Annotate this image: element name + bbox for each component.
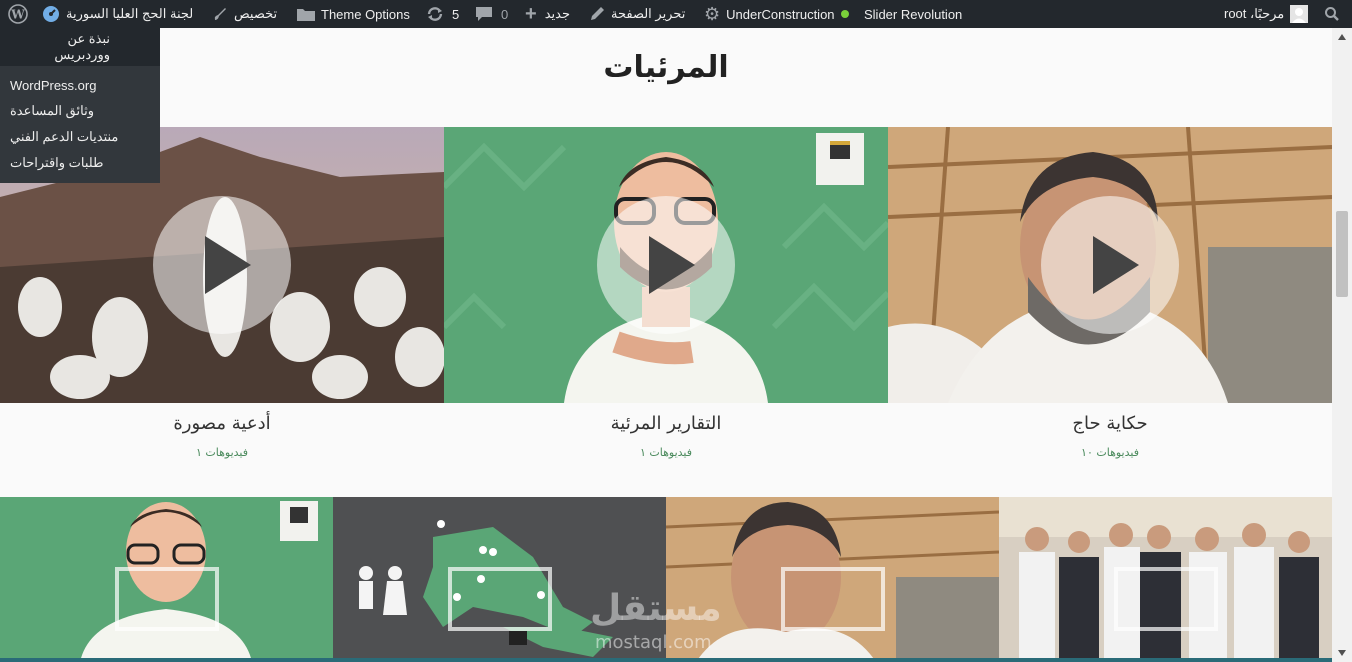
under-construction-link[interactable]: ⚙ UnderConstruction: [704, 0, 849, 28]
svg-text:W: W: [10, 8, 25, 22]
wordpress-menu-dropdown: نبذة عن ووردبريس WordPress.org وثائق الم…: [0, 28, 160, 183]
card-video-count: فيديوهات ١: [195, 446, 249, 459]
card-video-count: فيديوهات ١٠: [1081, 446, 1139, 459]
scrollbar-thumb[interactable]: [1336, 211, 1348, 297]
admin-bar: W لجنة الحج العليا السورية تخصيص Theme O…: [0, 0, 1352, 28]
play-button-icon[interactable]: [153, 196, 291, 334]
play-button-icon[interactable]: [1041, 196, 1179, 334]
comment-icon: [475, 6, 493, 22]
pencil-icon: [589, 6, 605, 22]
new-content-link[interactable]: + جديد: [525, 0, 570, 28]
image-card[interactable]: [666, 497, 999, 662]
play-button-icon[interactable]: [597, 196, 735, 334]
bottom-strip: [0, 658, 1332, 662]
vertical-scrollbar[interactable]: [1332, 28, 1352, 662]
video-card-pilgrim-story[interactable]: [888, 127, 1332, 403]
image-card[interactable]: [0, 497, 333, 662]
customize-label: تخصيص: [234, 6, 278, 21]
comments-count: 0: [501, 6, 509, 22]
image-icon: [114, 567, 219, 631]
scroll-down-icon[interactable]: [1338, 650, 1346, 656]
user-greeting: مرحبًا، root: [1224, 6, 1285, 21]
site-name: لجنة الحج العليا السورية: [66, 6, 194, 21]
gear-icon: ⚙: [704, 3, 721, 24]
menu-item-support-forums[interactable]: منتديات الدعم الفني: [0, 124, 160, 150]
under-construction-label: UnderConstruction: [726, 6, 835, 22]
menu-item-about[interactable]: نبذة عن ووردبريس: [0, 28, 160, 66]
image-icon: [447, 567, 552, 631]
plus-icon: +: [525, 2, 537, 25]
watermark-logo: مستقل: [590, 588, 722, 629]
brush-icon: [212, 6, 228, 22]
dashboard-icon: [42, 5, 60, 23]
updates-count: 5: [452, 6, 460, 22]
card-title[interactable]: حكاية حاج: [888, 413, 1332, 434]
menu-item-feedback[interactable]: طلبات واقتراحات: [0, 150, 160, 176]
edit-page-label: تحرير الصفحة: [611, 6, 686, 21]
updates-icon: [426, 5, 444, 23]
folder-icon: [297, 7, 315, 21]
image-card[interactable]: [999, 497, 1332, 662]
site-name-menu[interactable]: لجنة الحج العليا السورية: [42, 0, 193, 28]
avatar: [1290, 5, 1309, 23]
slider-revolution-link[interactable]: Slider Revolution: [864, 0, 962, 28]
customize-link[interactable]: تخصيص: [212, 0, 277, 28]
image-icon: [780, 567, 885, 631]
page-content: المرئيات أدعية مصورة فيديوهات ١ التقارير…: [0, 28, 1332, 662]
menu-item-wordpress-org[interactable]: WordPress.org: [0, 72, 160, 98]
watermark-url: mostaql.com: [595, 632, 712, 653]
section-title: المرئيات: [603, 50, 729, 85]
search-icon[interactable]: [1324, 0, 1340, 28]
theme-options-link[interactable]: Theme Options: [297, 0, 410, 28]
edit-page-link[interactable]: تحرير الصفحة: [589, 0, 685, 28]
card-video-count: فيديوهات ١: [639, 446, 693, 459]
new-label: جديد: [544, 6, 570, 21]
menu-submenu: WordPress.org وثائق المساعدة منتديات الد…: [0, 66, 160, 176]
my-account-menu[interactable]: مرحبًا، root: [1224, 0, 1309, 28]
video-card-reports[interactable]: [444, 127, 888, 403]
card-title[interactable]: أدعية مصورة: [0, 413, 444, 434]
comments-link[interactable]: 0: [475, 0, 508, 28]
menu-item-documentation[interactable]: وثائق المساعدة: [0, 98, 160, 124]
theme-options-label: Theme Options: [321, 6, 410, 22]
wordpress-logo-icon[interactable]: W: [8, 0, 28, 28]
image-icon: [1113, 567, 1218, 631]
card-title[interactable]: التقارير المرئية: [444, 413, 888, 434]
updates-link[interactable]: 5: [426, 0, 459, 28]
status-dot-icon: [840, 10, 849, 18]
scroll-up-icon[interactable]: [1338, 34, 1346, 40]
slider-revolution-label: Slider Revolution: [864, 6, 963, 22]
